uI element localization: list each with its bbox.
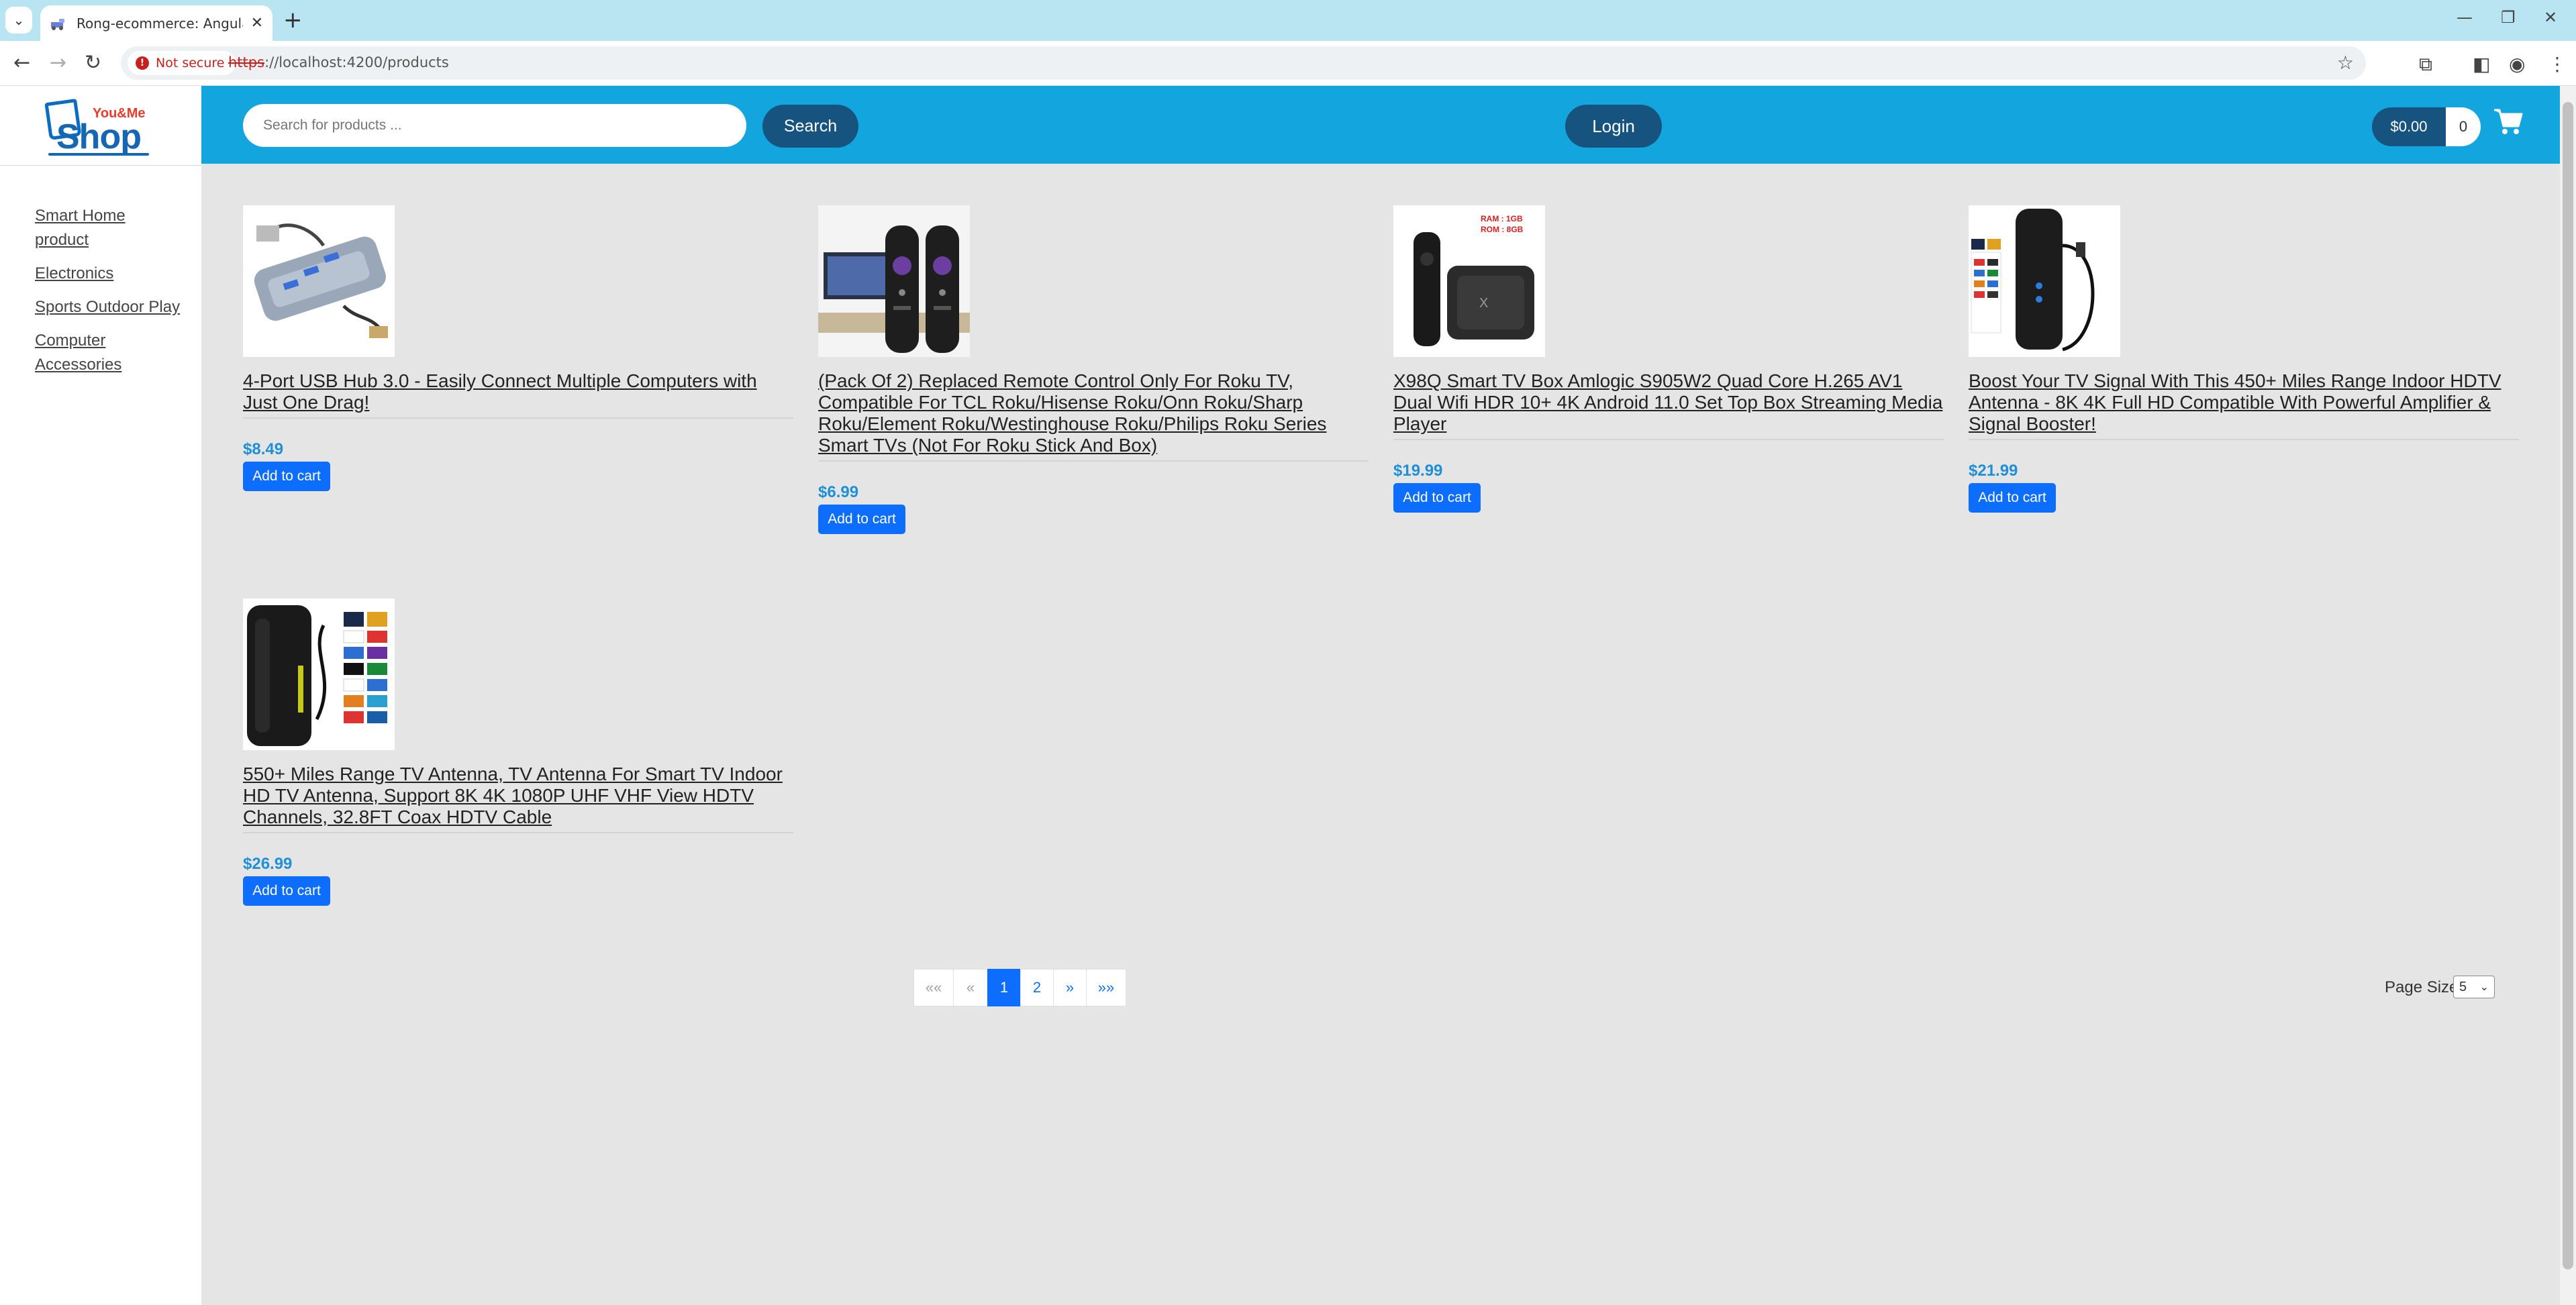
antenna-panel-image[interactable] — [243, 598, 395, 750]
forward-icon[interactable]: → — [50, 52, 66, 74]
cart-total[interactable]: $0.00 — [2372, 107, 2446, 146]
close-window-icon[interactable]: ✕ — [2544, 8, 2557, 27]
minimize-icon[interactable]: — — [2457, 8, 2473, 27]
search-input[interactable] — [243, 104, 746, 147]
logo-shop-text: Shop — [56, 117, 142, 156]
product-card: RAM : 1GB ROM : 8GB X X98Q Smart TV Box … — [1393, 205, 1944, 513]
product-list: 4-Port USB Hub 3.0 - Easily Connect Mult… — [201, 164, 2560, 1305]
pagination: «« « 1 2 » »» — [913, 969, 1126, 1006]
not-secure-chip[interactable]: ! Not secure — [128, 51, 236, 75]
category-link-electronics[interactable]: Electronics — [35, 262, 183, 286]
category-link-smart-home[interactable]: Smart Home product — [35, 204, 183, 252]
browser-toolbar: ← → ↻ ! Not secure https://localhost:420… — [0, 41, 2576, 86]
new-tab-icon[interactable]: + — [283, 7, 303, 34]
add-to-cart-button[interactable]: Add to cart — [1969, 483, 2056, 513]
add-to-cart-button[interactable]: Add to cart — [243, 462, 330, 491]
tab-search-button[interactable]: ⌄ — [5, 7, 32, 34]
product-price: $6.99 — [818, 483, 859, 501]
browser-tab-bar: ⌄ Rong-ecommerce: Angular and ✕ + — ❐ ✕ — [0, 0, 2576, 41]
usb-hub-image[interactable] — [243, 205, 395, 357]
cart-count-badge[interactable]: 0 — [2446, 107, 2481, 146]
product-price: $19.99 — [1393, 462, 1443, 480]
product-price: $21.99 — [1969, 462, 2018, 480]
page-size-value: 5 — [2459, 979, 2467, 994]
chevron-down-icon: ⌄ — [13, 12, 25, 28]
image-rom-text: ROM : 8GB — [1481, 225, 1524, 234]
bookmark-star-icon[interactable]: ☆ — [2337, 52, 2354, 74]
restore-icon[interactable]: ❐ — [2501, 8, 2516, 27]
product-title-link[interactable]: 550+ Miles Range TV Antenna, TV Antenna … — [243, 764, 793, 833]
url-text[interactable]: https://localhost:4200/products — [228, 54, 449, 70]
shopping-cart-icon[interactable] — [2493, 106, 2524, 137]
add-to-cart-button[interactable]: Add to cart — [818, 505, 905, 534]
product-title-link[interactable]: (Pack Of 2) Replaced Remote Control Only… — [818, 370, 1369, 462]
add-to-cart-button[interactable]: Add to cart — [1393, 483, 1481, 513]
product-card: (Pack Of 2) Replaced Remote Control Only… — [818, 205, 1369, 534]
tab-title: Rong-ecommerce: Angular and — [77, 15, 243, 32]
image-ram-text: RAM : 1GB — [1481, 214, 1523, 223]
extensions-icon[interactable]: ⧉ — [2419, 53, 2432, 76]
site-header: Search Login $0.00 0 — [201, 86, 2560, 164]
scrollbar-thumb[interactable] — [2563, 102, 2573, 1269]
category-link-sports-outdoor[interactable]: Sports Outdoor Play — [35, 295, 183, 319]
not-secure-label: Not secure — [156, 56, 225, 70]
product-card: Boost Your TV Signal With This 450+ Mile… — [1969, 205, 2519, 513]
divider — [0, 165, 201, 166]
login-button[interactable]: Login — [1565, 105, 1662, 148]
menu-icon[interactable]: ⋮ — [2548, 53, 2567, 75]
tv-box-image[interactable]: RAM : 1GB ROM : 8GB X — [1393, 205, 1545, 357]
profile-avatar-icon[interactable]: ◉ — [2509, 53, 2525, 75]
category-list: Smart Home product Electronics Sports Ou… — [35, 204, 183, 386]
side-panel-icon[interactable]: ◧ — [2473, 53, 2490, 75]
product-card: 4-Port USB Hub 3.0 - Easily Connect Mult… — [243, 205, 793, 491]
reload-icon[interactable]: ↻ — [85, 52, 101, 74]
page-size-label: Page Size — [2385, 978, 2459, 996]
url-scheme: https — [228, 54, 265, 70]
chevron-down-icon: ⌄ — [2479, 982, 2489, 993]
logo-underline — [48, 153, 149, 156]
page-1-button[interactable]: 1 — [987, 969, 1021, 1006]
url-path: ://localhost:4200/products — [264, 54, 449, 70]
browser-tab[interactable]: Rong-ecommerce: Angular and ✕ — [40, 5, 273, 41]
shop-logo[interactable]: You&Me Shop — [42, 94, 156, 161]
first-page-button[interactable]: «« — [913, 969, 954, 1006]
product-price: $8.49 — [243, 440, 284, 458]
category-link-computer-accessories[interactable]: Computer Accessories — [35, 329, 183, 377]
product-title-link[interactable]: 4-Port USB Hub 3.0 - Easily Connect Mult… — [243, 370, 793, 419]
product-title-link[interactable]: Boost Your TV Signal With This 450+ Mile… — [1969, 370, 2519, 440]
page-size-select[interactable]: 5 ⌄ — [2453, 976, 2495, 998]
product-card: 550+ Miles Range TV Antenna, TV Antenna … — [243, 598, 793, 906]
prev-page-button[interactable]: « — [953, 969, 988, 1006]
svg-text:X: X — [1479, 296, 1488, 311]
page-2-button[interactable]: 2 — [1020, 969, 1054, 1006]
last-page-button[interactable]: »» — [1086, 969, 1126, 1006]
product-price: $26.99 — [243, 855, 293, 873]
product-title-link[interactable]: X98Q Smart TV Box Amlogic S905W2 Quad Co… — [1393, 370, 1944, 440]
close-tab-icon[interactable]: ✕ — [251, 15, 263, 32]
page-scrollbar[interactable] — [2560, 86, 2576, 1305]
favicon-icon — [50, 17, 67, 30]
address-bar[interactable]: ! Not secure https://localhost:4200/prod… — [121, 46, 2366, 80]
left-sidebar: You&Me Shop Smart Home product Electroni… — [0, 86, 201, 1305]
add-to-cart-button[interactable]: Add to cart — [243, 876, 330, 906]
search-button[interactable]: Search — [762, 105, 858, 148]
warning-icon: ! — [136, 56, 149, 70]
back-icon[interactable]: ← — [13, 52, 30, 74]
next-page-button[interactable]: » — [1053, 969, 1087, 1006]
antenna-tower-image[interactable] — [1969, 205, 2120, 357]
roku-remote-image[interactable] — [818, 205, 970, 357]
